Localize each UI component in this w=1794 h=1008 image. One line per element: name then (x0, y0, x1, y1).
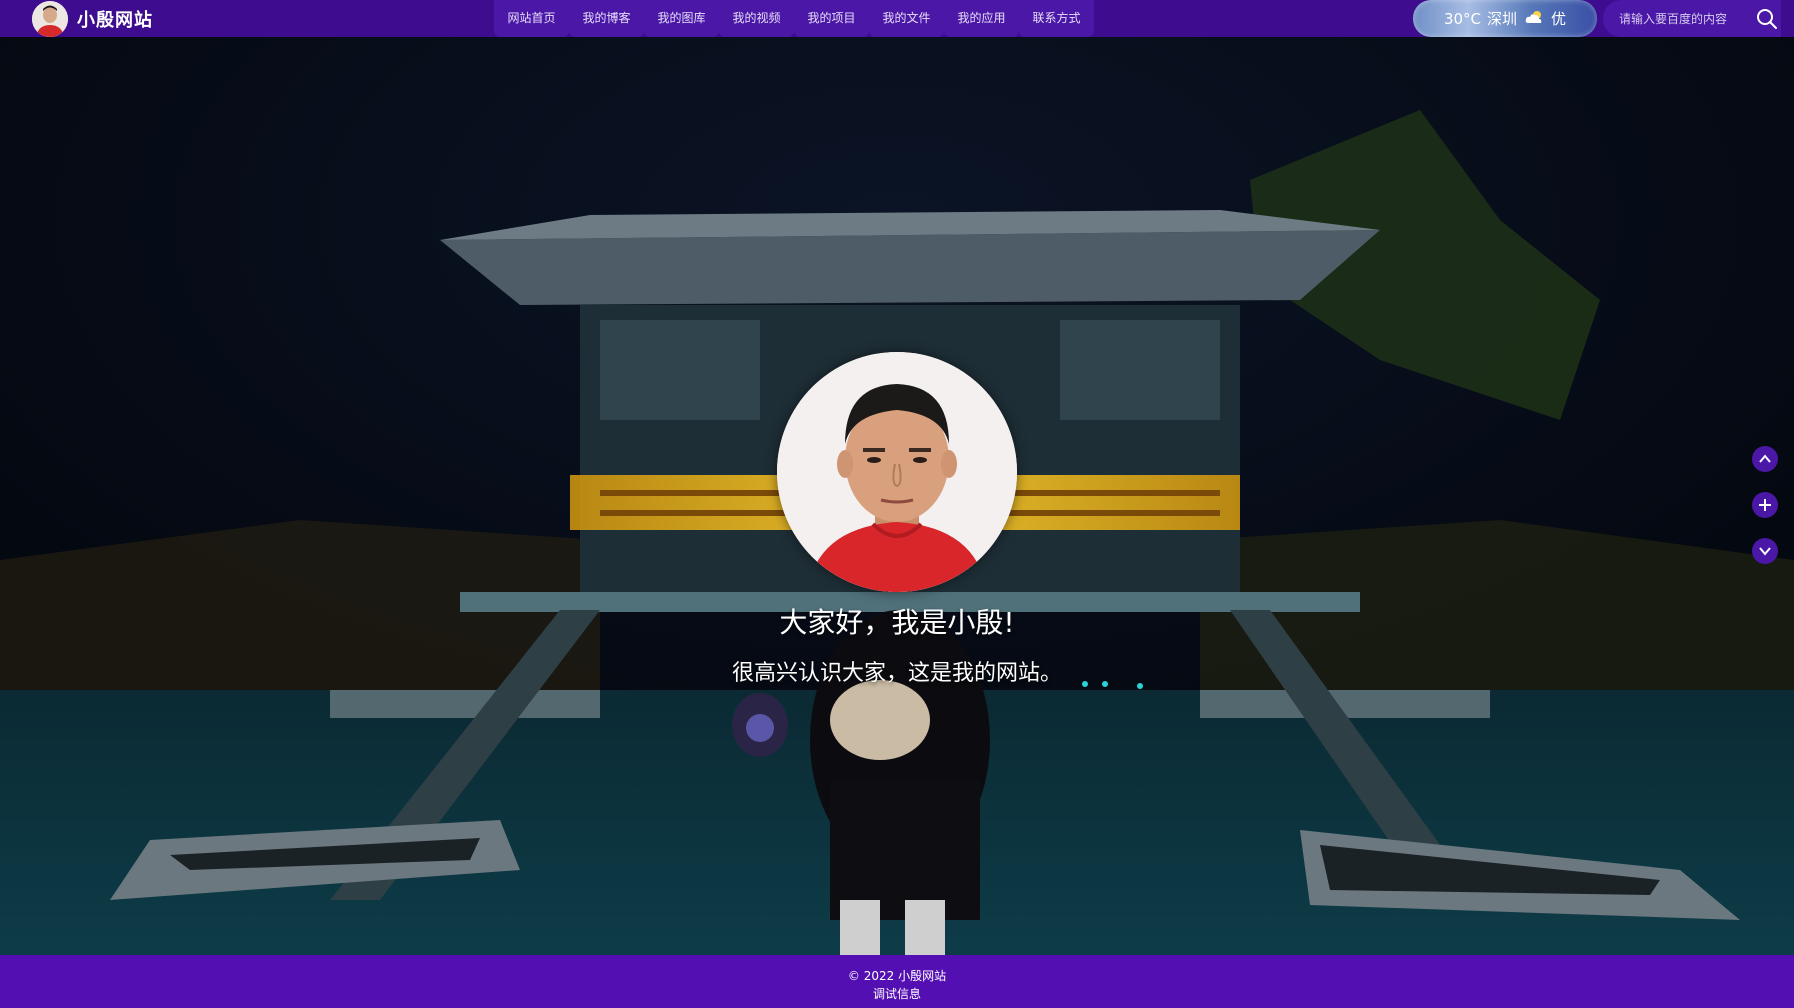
hero-greeting: 大家好，我是小殷! (779, 606, 1015, 639)
nav-item-blog[interactable]: 我的博客 (569, 0, 644, 37)
search-input[interactable] (1617, 8, 1751, 30)
weather-city: 深圳 (1487, 10, 1518, 28)
nav-item-apps[interactable]: 我的应用 (944, 0, 1019, 37)
nav-item-home[interactable]: 网站首页 (494, 0, 569, 37)
chevron-down-icon[interactable] (1752, 538, 1778, 564)
nav-item-files[interactable]: 我的文件 (869, 0, 944, 37)
site-logo-avatar (32, 0, 68, 37)
nav-item-contact[interactable]: 联系方式 (1019, 0, 1094, 37)
main-nav: 网站首页 我的博客 我的图库 我的视频 我的项目 我的文件 我的应用 联系方式 (494, 0, 1094, 37)
profile-avatar (777, 352, 1017, 592)
top-navigation-bar: 小殷网站 网站首页 我的博客 我的图库 我的视频 我的项目 我的文件 我的应用 … (0, 0, 1794, 37)
search-icon[interactable] (1755, 7, 1779, 31)
site-footer: © 2022 小殷网站 调试信息 (0, 955, 1794, 1008)
air-quality-label: 优 (1551, 10, 1567, 28)
plus-icon[interactable] (1752, 492, 1778, 518)
cloud-icon (1525, 10, 1543, 28)
site-brand[interactable]: 小殷网站 (32, 0, 153, 37)
site-name: 小殷网站 (77, 9, 153, 31)
nav-item-videos[interactable]: 我的视频 (719, 0, 794, 37)
footer-copyright: © 2022 小殷网站 (847, 969, 947, 983)
nav-item-projects[interactable]: 我的项目 (794, 0, 869, 37)
footer-debug-link[interactable]: 调试信息 (0, 985, 1794, 1002)
chevron-up-icon[interactable] (1752, 446, 1778, 472)
hero-subtitle: 很高兴认识大家，这是我的网站。 (731, 661, 1062, 686)
nav-item-gallery[interactable]: 我的图库 (644, 0, 719, 37)
weather-widget[interactable]: 30°C 深圳 优 (1413, 0, 1597, 37)
weather-temperature: 30°C (1443, 9, 1482, 28)
